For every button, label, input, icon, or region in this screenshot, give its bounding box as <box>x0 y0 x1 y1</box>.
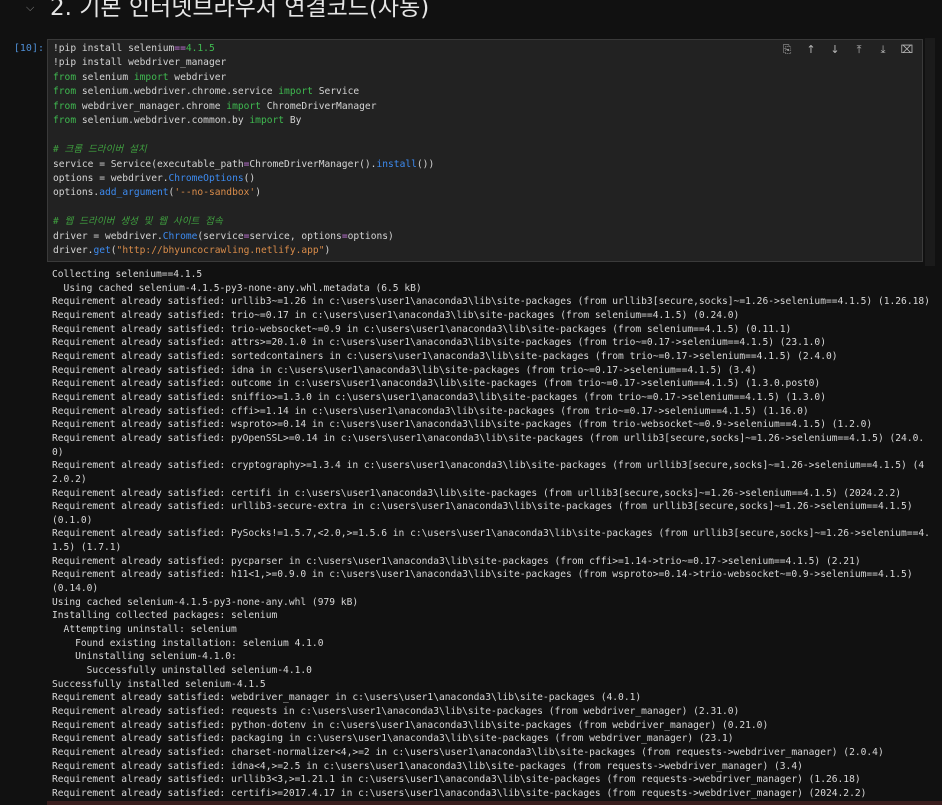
output-line: 0) <box>52 446 64 458</box>
collapse-caret-icon[interactable]: ⌵ <box>26 0 34 16</box>
output-line: Requirement already satisfied: trio-webs… <box>52 323 792 335</box>
output-line: Attempting uninstall: selenium <box>52 624 237 636</box>
output-line: (0.1.0) <box>52 514 93 526</box>
output-line: Requirement already satisfied: urllib3~=… <box>52 296 930 308</box>
insert-above-icon[interactable]: ⤒ <box>850 42 868 58</box>
output-line: Requirement already satisfied: requests … <box>52 706 740 717</box>
output-line: Using cached selenium-4.1.5-py3-none-any… <box>52 282 422 294</box>
markdown-heading-row: ⌵ 2. 기본 인터넷브라우저 연결코드(자동) <box>0 0 942 38</box>
output-line: Uninstalling selenium-4.1.0: <box>52 651 237 663</box>
output-line: Requirement already satisfied: urllib3<3… <box>52 774 861 786</box>
code-line[interactable]: driver = webdriver.Chrome(service=servic… <box>53 230 434 244</box>
output-line: Installing collected packages: selenium <box>52 610 278 622</box>
section-heading: 2. 기본 인터넷브라우저 연결코드(자동) <box>50 0 430 21</box>
code-cell-editor[interactable]: !pip install selenium==4.1.5 !pip instal… <box>47 39 923 262</box>
output-line: Found existing installation: selenium 4.… <box>52 637 324 649</box>
output-line: Collecting selenium==4.1.5 <box>52 269 203 280</box>
output-line: Requirement already satisfied: wsproto>=… <box>52 419 873 431</box>
output-line: Using cached selenium-4.1.5-py3-none-any… <box>52 596 359 608</box>
output-line: Requirement already satisfied: attrs>=20… <box>52 337 826 349</box>
code-line[interactable] <box>53 201 434 215</box>
output-line: Requirement already satisfied: trio~=0.1… <box>52 309 740 321</box>
output-line: 2.0.2) <box>52 473 87 485</box>
code-line[interactable]: # 크롬 드라이버 설치 <box>53 143 434 157</box>
code-line[interactable] <box>53 129 434 143</box>
code-line[interactable]: !pip install selenium==4.1.5 <box>53 42 434 56</box>
code-line[interactable]: # 웹 드라이버 생성 및 웹 사이트 접속 <box>53 215 434 229</box>
code-line[interactable]: from selenium.webdriver.chrome.service i… <box>53 85 434 99</box>
output-line: Requirement already satisfied: packaging… <box>52 733 734 745</box>
code-line[interactable]: from selenium import webdriver <box>53 71 434 85</box>
output-line: Requirement already satisfied: cryptogra… <box>52 460 925 472</box>
output-line: Successfully uninstalled selenium-4.1.0 <box>52 665 312 677</box>
cell-toolbar: ⎘ ↑ ↓ ⤒ ⤓ ⌧ <box>778 42 916 58</box>
output-line: Requirement already satisfied: certifi i… <box>52 487 902 499</box>
code-line[interactable]: options.add_argument('--no-sandbox') <box>53 186 434 200</box>
code-line[interactable]: from webdriver_manager.chrome import Chr… <box>53 100 434 114</box>
insert-below-icon[interactable]: ⤓ <box>874 42 892 58</box>
output-line: 1.5) (1.7.1) <box>52 542 122 554</box>
cell-execution-prompt: [10]: <box>13 43 44 54</box>
cell-scrollbar[interactable] <box>925 38 935 266</box>
output-line: Requirement already satisfied: idna<4,>=… <box>52 760 803 772</box>
output-line: Requirement already satisfied: h11<1,>=0… <box>52 569 913 581</box>
output-line: Requirement already satisfied: urllib3-s… <box>52 501 913 513</box>
output-line: (0.14.0) <box>52 583 99 595</box>
output-line: Requirement already satisfied: charset-n… <box>52 746 884 758</box>
duplicate-cell-icon[interactable]: ⎘ <box>778 42 796 58</box>
output-line: Requirement already satisfied: pycparser… <box>52 555 861 567</box>
output-line: Requirement already satisfied: cffi>=1.1… <box>52 405 809 417</box>
code-lines: !pip install selenium==4.1.5 !pip instal… <box>53 42 434 259</box>
output-line: Requirement already satisfied: outcome i… <box>52 378 821 390</box>
code-line[interactable]: driver.get("http://bhyuncocrawling.netli… <box>53 244 434 258</box>
code-line[interactable]: service = Service(executable_path=Chrome… <box>53 158 434 172</box>
code-line[interactable]: !pip install webdriver_manager <box>53 56 434 70</box>
output-line: Requirement already satisfied: sortedcon… <box>52 350 838 362</box>
output-line: Requirement already satisfied: webdriver… <box>52 692 642 704</box>
output-line: Requirement already satisfied: python-do… <box>52 719 769 731</box>
next-output-edge <box>47 801 942 805</box>
notebook-page: ⌵ 2. 기본 인터넷브라우저 연결코드(자동) [10]: !pip inst… <box>0 0 942 805</box>
move-down-icon[interactable]: ↓ <box>826 42 844 58</box>
delete-cell-icon[interactable]: ⌧ <box>898 42 916 58</box>
code-line[interactable]: options = webdriver.ChromeOptions() <box>53 172 434 186</box>
cell-output: Collecting selenium==4.1.5 Using cached … <box>52 268 932 801</box>
move-up-icon[interactable]: ↑ <box>802 42 820 58</box>
code-line[interactable]: from selenium.webdriver.common.by import… <box>53 114 434 128</box>
output-line: Requirement already satisfied: pyOpenSSL… <box>52 432 925 444</box>
output-line: Requirement already satisfied: sniffio>=… <box>52 391 826 403</box>
output-line: Requirement already satisfied: idna in c… <box>52 364 757 376</box>
output-line: Requirement already satisfied: certifi>=… <box>52 787 867 799</box>
output-line: Requirement already satisfied: PySocks!=… <box>52 528 930 540</box>
output-line: Successfully installed selenium-4.1.5 <box>52 678 266 690</box>
